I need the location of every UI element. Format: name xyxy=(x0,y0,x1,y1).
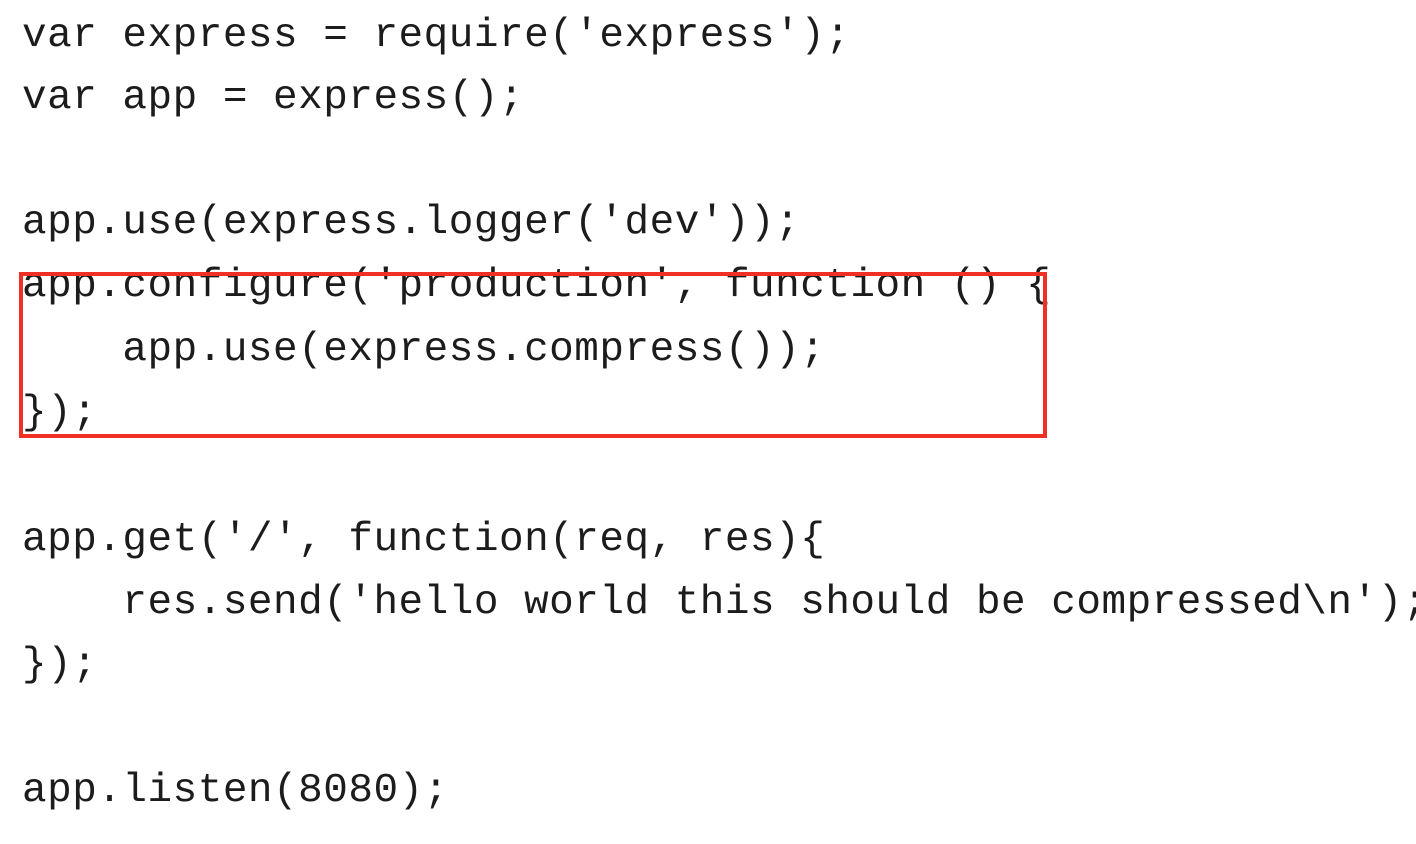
code-listing: var express = require('express'); var ap… xyxy=(0,0,1416,844)
code-line-get-route: app.get('/', function(req, res){ xyxy=(22,517,826,563)
code-line-create-app: var app = express(); xyxy=(22,75,525,121)
code-line-require-express: var express = require('express'); xyxy=(22,13,851,59)
code-line-use-compress: app.use(express.compress()); xyxy=(22,327,826,373)
code-line-listen: app.listen(8080); xyxy=(22,768,449,814)
code-line-route-close: }); xyxy=(22,642,98,688)
code-line-configure-close: }); xyxy=(22,390,98,436)
code-line-res-send: res.send('hello world this should be com… xyxy=(22,580,1416,626)
code-line-configure-production: app.configure('production', function () … xyxy=(22,263,1052,309)
code-line-use-logger: app.use(express.logger('dev')); xyxy=(22,200,801,246)
